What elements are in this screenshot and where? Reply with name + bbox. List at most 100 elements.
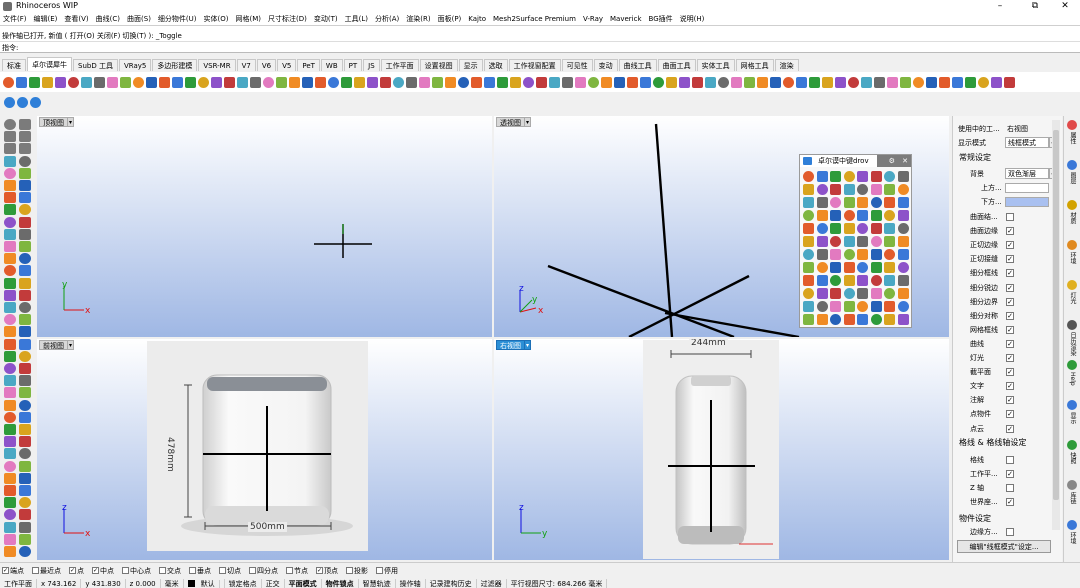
side-tab-label[interactable]: 环境 bbox=[1066, 252, 1079, 264]
toolbar-tool-icon[interactable] bbox=[796, 76, 807, 88]
floating-toolbar-tool-icon[interactable] bbox=[843, 236, 855, 247]
left-toolbar-tool-icon[interactable] bbox=[19, 485, 31, 496]
side-tab-icon[interactable] bbox=[1067, 360, 1077, 370]
osnap-checkbox[interactable] bbox=[376, 567, 383, 574]
floating-toolbar-tool-icon[interactable] bbox=[803, 262, 814, 273]
left-toolbar-tool-icon[interactable] bbox=[19, 424, 31, 435]
floating-toolbar-tool-icon[interactable] bbox=[843, 314, 855, 325]
floating-toolbar-tool-icon[interactable] bbox=[816, 301, 828, 312]
toolbar-tool-icon[interactable] bbox=[81, 76, 92, 88]
toolbar-tool-icon[interactable] bbox=[68, 76, 79, 88]
side-tab-label[interactable]: 日历渲染 bbox=[1066, 332, 1079, 356]
side-tab-label[interactable]: 快照 bbox=[1066, 452, 1079, 464]
toolbar-tool-icon[interactable] bbox=[718, 76, 729, 88]
tab-set-view[interactable]: 设置视图 bbox=[419, 59, 458, 71]
floating-toolbar-tool-icon[interactable] bbox=[830, 171, 841, 182]
toolbar-tool-icon[interactable] bbox=[432, 76, 443, 88]
osnap-checkbox[interactable] bbox=[32, 567, 39, 574]
floating-toolbar-tool-icon[interactable] bbox=[857, 288, 868, 299]
filter-toggle[interactable]: 过滤器 bbox=[477, 579, 507, 588]
toolbar-tool-icon[interactable] bbox=[289, 76, 300, 88]
tab-viewport-layout[interactable]: 工作视窗配置 bbox=[508, 59, 561, 71]
close-button[interactable]: ✕ bbox=[1050, 0, 1080, 12]
floating-toolbar-tool-icon[interactable] bbox=[803, 210, 814, 221]
close-icon[interactable]: ✕ bbox=[902, 157, 908, 165]
left-toolbar-tool-icon[interactable] bbox=[4, 521, 16, 533]
background-select[interactable]: 双色渐层 bbox=[1005, 168, 1049, 179]
command-line[interactable]: 指令: bbox=[0, 41, 1080, 53]
tab-standard[interactable]: 标准 bbox=[2, 59, 26, 71]
left-toolbar-tool-icon[interactable] bbox=[4, 399, 16, 411]
tab-select[interactable]: 选取 bbox=[483, 59, 508, 71]
tab-render[interactable]: 渲染 bbox=[774, 59, 799, 71]
tab-v5[interactable]: V5 bbox=[277, 59, 297, 71]
toolbar-tool-icon[interactable] bbox=[601, 76, 612, 88]
left-toolbar-tool-icon[interactable] bbox=[4, 387, 16, 399]
toolbar-tool-icon[interactable] bbox=[159, 76, 170, 88]
floating-toolbar-tool-icon[interactable] bbox=[897, 184, 909, 195]
floating-toolbar-tool-icon[interactable] bbox=[870, 184, 882, 195]
left-toolbar-tool-icon[interactable] bbox=[4, 460, 16, 472]
floating-toolbar-tool-icon[interactable] bbox=[897, 236, 909, 247]
left-toolbar-tool-icon[interactable] bbox=[4, 131, 16, 143]
left-toolbar-tool-icon[interactable] bbox=[19, 131, 31, 143]
toolbar-tool-icon[interactable] bbox=[29, 76, 40, 88]
left-toolbar-tool-icon[interactable] bbox=[4, 216, 16, 228]
tab-js[interactable]: JS bbox=[363, 59, 380, 71]
tab-v7[interactable]: V7 bbox=[236, 59, 256, 71]
toolbar-tool-icon[interactable] bbox=[445, 76, 456, 88]
left-toolbar-tool-icon[interactable] bbox=[4, 424, 16, 435]
display-option-checkbox[interactable]: ✓ bbox=[1006, 498, 1014, 507]
floating-toolbar-tool-icon[interactable] bbox=[803, 275, 814, 286]
menu-subd[interactable]: 细分物件(U) bbox=[158, 14, 197, 24]
ortho-toggle[interactable]: 正交 bbox=[262, 579, 285, 588]
toolbar-tool-icon[interactable] bbox=[276, 76, 287, 88]
floating-toolbar-tool-icon[interactable] bbox=[803, 288, 814, 299]
floating-toolbar-tool-icon[interactable] bbox=[857, 184, 868, 195]
left-toolbar-tool-icon[interactable] bbox=[19, 472, 31, 484]
left-toolbar-tool-icon[interactable] bbox=[4, 143, 16, 155]
tab-poly-modeling[interactable]: 多边形建模 bbox=[152, 59, 198, 71]
bottom-color-swatch[interactable] bbox=[1005, 197, 1049, 207]
floating-toolbar-tool-icon[interactable] bbox=[830, 275, 841, 286]
toolbar-tool-icon[interactable] bbox=[263, 76, 274, 88]
toolbar-tool-icon[interactable] bbox=[679, 76, 690, 88]
menu-mesh2surface[interactable]: Mesh2Surface Premium bbox=[493, 15, 576, 23]
toolbar-tool-icon[interactable] bbox=[211, 76, 222, 88]
toolbar-tool-icon[interactable] bbox=[536, 76, 547, 88]
left-toolbar-tool-icon[interactable] bbox=[4, 119, 16, 130]
tab-zhuoermo[interactable]: 卓尔谟犀牛 bbox=[27, 57, 72, 71]
floating-toolbar-tool-icon[interactable] bbox=[897, 288, 909, 299]
floating-toolbar-tool-icon[interactable] bbox=[816, 171, 828, 182]
gumball-align-icon[interactable] bbox=[17, 97, 28, 108]
floating-toolbar-tool-icon[interactable] bbox=[884, 275, 895, 286]
floating-toolbar-window[interactable]: 卓尔谟中键drov ⚙ ✕ bbox=[799, 154, 912, 328]
floating-toolbar-tool-icon[interactable] bbox=[884, 223, 895, 234]
floating-toolbar-tool-icon[interactable] bbox=[843, 223, 855, 234]
toolbar-tool-icon[interactable] bbox=[107, 76, 118, 88]
floating-toolbar-tool-icon[interactable] bbox=[816, 223, 828, 234]
gumball-icon[interactable] bbox=[4, 97, 15, 108]
menu-help[interactable]: 说明(H) bbox=[680, 14, 705, 24]
left-toolbar-tool-icon[interactable] bbox=[19, 155, 31, 167]
osnap-checkbox[interactable]: ✓ bbox=[316, 567, 323, 574]
floating-toolbar-tool-icon[interactable] bbox=[830, 223, 841, 234]
floating-toolbar-tool-icon[interactable] bbox=[870, 275, 882, 286]
left-toolbar-tool-icon[interactable] bbox=[19, 119, 31, 130]
left-toolbar-tool-icon[interactable] bbox=[19, 192, 31, 204]
viewport-right[interactable]: 右视图 ▾ 244mm z y bbox=[494, 339, 949, 560]
toolbar-tool-icon[interactable] bbox=[250, 76, 261, 88]
left-toolbar-tool-icon[interactable] bbox=[4, 485, 16, 496]
osnap-checkbox[interactable] bbox=[249, 567, 256, 574]
toolbar-tool-icon[interactable] bbox=[822, 76, 833, 88]
display-option-checkbox[interactable]: ✓ bbox=[1006, 368, 1014, 377]
left-toolbar-tool-icon[interactable] bbox=[4, 411, 16, 423]
display-option-checkbox[interactable]: ✓ bbox=[1006, 354, 1014, 362]
floating-toolbar-tool-icon[interactable] bbox=[816, 249, 828, 260]
left-toolbar-tool-icon[interactable] bbox=[19, 411, 31, 423]
floating-toolbar-tool-icon[interactable] bbox=[870, 314, 882, 325]
display-option-checkbox[interactable]: ✓ bbox=[1006, 339, 1014, 348]
left-toolbar-tool-icon[interactable] bbox=[19, 387, 31, 399]
toolbar-tool-icon[interactable] bbox=[757, 76, 768, 88]
floating-toolbar-tool-icon[interactable] bbox=[870, 197, 882, 208]
